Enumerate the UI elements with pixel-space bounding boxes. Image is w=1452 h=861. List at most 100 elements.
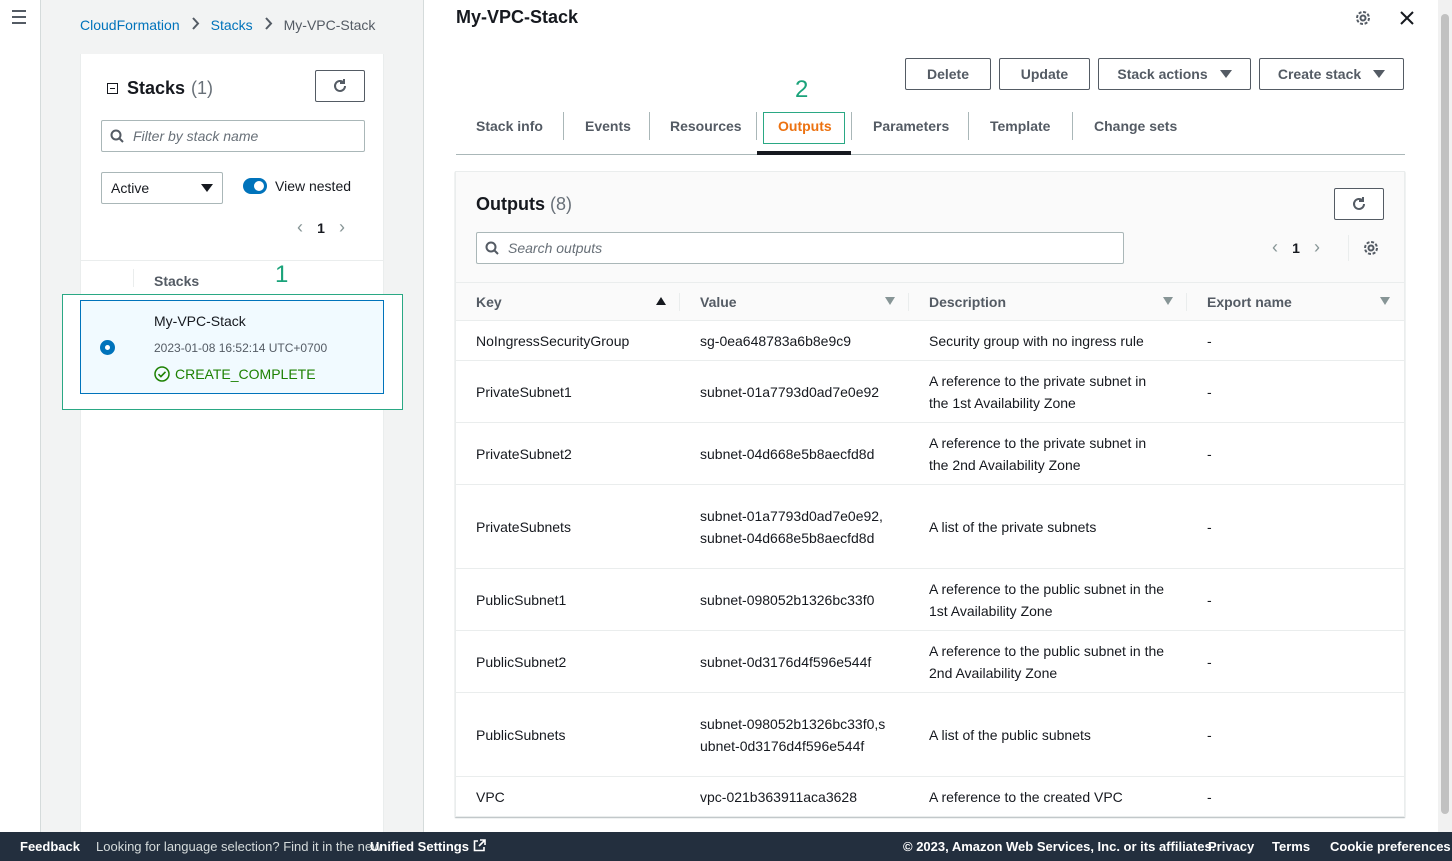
stack-list-item[interactable]: My-VPC-Stack 2023-01-08 16:52:14 UTC+070… bbox=[80, 300, 384, 394]
table-preferences-gear-icon[interactable] bbox=[1362, 239, 1380, 257]
output-export-name: - bbox=[1187, 484, 1404, 569]
output-description: A reference to the private subnet in the… bbox=[909, 360, 1187, 423]
column-header-label: Export name bbox=[1207, 293, 1292, 310]
output-key: PrivateSubnets bbox=[456, 484, 680, 569]
outputs-pagination: ‹ 1 › bbox=[1262, 237, 1330, 258]
outputs-search-placeholder: Search outputs bbox=[508, 240, 603, 256]
tab-template[interactable]: Template bbox=[990, 118, 1050, 134]
output-export-name: - bbox=[1187, 360, 1404, 423]
stack-filter-input[interactable]: Filter by stack name bbox=[101, 120, 365, 152]
update-button[interactable]: Update bbox=[999, 58, 1090, 90]
caret-down-icon bbox=[1373, 70, 1386, 78]
external-link-icon bbox=[473, 839, 486, 852]
stack-tabs: Stack info Events Resources Outputs Para… bbox=[456, 108, 1405, 155]
cookie-preferences-link[interactable]: Cookie preferences bbox=[1330, 839, 1451, 854]
sort-icon bbox=[1380, 297, 1390, 305]
column-header-label: Description bbox=[929, 293, 1007, 310]
chevron-right-icon bbox=[264, 17, 273, 33]
output-key: PublicSubnet1 bbox=[456, 568, 680, 631]
output-export-name: - bbox=[1187, 630, 1404, 693]
table-row: PublicSubnet1 subnet-098052b1326bc33f0 A… bbox=[456, 568, 1404, 631]
output-value: sg-0ea648783a6b8e9c9 bbox=[680, 320, 909, 361]
stack-radio-button[interactable] bbox=[100, 340, 115, 355]
privacy-link[interactable]: Privacy bbox=[1208, 839, 1254, 854]
chevron-right-icon[interactable]: › bbox=[329, 217, 355, 238]
stack-status-text: CREATE_COMPLETE bbox=[175, 366, 316, 382]
output-description: A list of the private subnets bbox=[909, 484, 1187, 569]
terms-link[interactable]: Terms bbox=[1272, 839, 1310, 854]
tab-events[interactable]: Events bbox=[585, 118, 631, 134]
status-filter-select[interactable]: Active bbox=[101, 172, 223, 204]
output-value: subnet-01a7793d0ad7e0e92,subnet-04d668e5… bbox=[680, 484, 909, 569]
scrollbar-thumb[interactable] bbox=[1441, 14, 1449, 814]
output-value: subnet-0d3176d4f596e544f bbox=[680, 630, 909, 693]
page-title: My-VPC-Stack bbox=[456, 7, 579, 27]
output-key: PublicSubnet2 bbox=[456, 630, 680, 693]
breadcrumb-cloudformation[interactable]: CloudFormation bbox=[80, 17, 180, 33]
outputs-title: Outputs (8) bbox=[476, 194, 572, 215]
status-filter-value: Active bbox=[111, 180, 150, 196]
outputs-search-input[interactable]: Search outputs bbox=[476, 232, 1124, 264]
output-description: A reference to the public subnet in the … bbox=[909, 568, 1187, 631]
settings-gear-icon[interactable] bbox=[1354, 9, 1372, 27]
output-description: A list of the public subnets bbox=[909, 692, 1187, 777]
chevron-right-icon[interactable]: › bbox=[1304, 237, 1330, 258]
output-key: PrivateSubnet2 bbox=[456, 422, 680, 485]
chevron-left-icon[interactable]: ‹ bbox=[287, 217, 313, 238]
output-key: PrivateSubnet1 bbox=[456, 360, 680, 423]
breadcrumb: CloudFormation Stacks My-VPC-Stack bbox=[80, 17, 375, 33]
hamburger-menu-icon[interactable] bbox=[12, 10, 26, 28]
output-description: A reference to the created VPC bbox=[929, 788, 1123, 805]
output-export-name: - bbox=[1187, 568, 1404, 631]
unified-settings-link[interactable]: Unified Settings bbox=[370, 839, 486, 854]
table-row: PrivateSubnet1 subnet-01a7793d0ad7e0e92 … bbox=[456, 360, 1404, 423]
output-key: VPC bbox=[476, 788, 505, 805]
page-scrollbar[interactable] bbox=[1438, 0, 1452, 832]
sort-icon bbox=[885, 297, 895, 305]
stacks-refresh-button[interactable] bbox=[315, 70, 365, 102]
stacks-column-header: Stacks bbox=[81, 260, 383, 294]
stacks-split-pane: CloudFormation Stacks My-VPC-Stack Stack… bbox=[41, 0, 424, 832]
tab-stack-info[interactable]: Stack info bbox=[476, 118, 543, 134]
column-header-value[interactable]: Value bbox=[680, 282, 909, 321]
column-header-description[interactable]: Description bbox=[909, 282, 1187, 321]
output-export-name: - bbox=[1207, 788, 1212, 805]
feedback-link[interactable]: Feedback bbox=[20, 839, 80, 854]
column-header-key[interactable]: Key bbox=[456, 282, 680, 321]
stacks-count: (1) bbox=[191, 78, 214, 98]
collapse-icon[interactable] bbox=[107, 83, 118, 94]
stack-actions-button[interactable]: Stack actions bbox=[1098, 58, 1251, 90]
delete-button[interactable]: Delete bbox=[905, 58, 991, 90]
side-navigation-strip bbox=[0, 0, 41, 832]
column-header-label: Key bbox=[476, 293, 502, 310]
column-divider bbox=[133, 269, 134, 287]
close-icon[interactable] bbox=[1398, 9, 1416, 27]
table-row: VPC vpc-021b363911aca3628 A reference to… bbox=[456, 777, 1404, 817]
output-value: subnet-04d668e5b8aecfd8d bbox=[680, 422, 909, 485]
tab-resources[interactable]: Resources bbox=[670, 118, 742, 134]
outputs-table: Key Value Description Export name NoIngr… bbox=[456, 282, 1404, 817]
breadcrumb-stacks[interactable]: Stacks bbox=[211, 17, 253, 33]
console-footer: Feedback Looking for language selection?… bbox=[0, 832, 1452, 861]
output-value: vpc-021b363911aca3628 bbox=[700, 788, 857, 805]
sort-ascending-icon bbox=[656, 297, 666, 305]
create-stack-button[interactable]: Create stack bbox=[1259, 58, 1404, 90]
refresh-icon bbox=[1353, 197, 1365, 210]
output-key: NoIngressSecurityGroup bbox=[456, 320, 680, 361]
pagination-divider bbox=[1348, 235, 1349, 261]
chevron-left-icon[interactable]: ‹ bbox=[1262, 237, 1288, 258]
output-description: A reference to the private subnet in the… bbox=[909, 422, 1187, 485]
tab-change-sets[interactable]: Change sets bbox=[1094, 118, 1177, 134]
outputs-refresh-button[interactable] bbox=[1334, 188, 1384, 220]
stacks-pagination: ‹ 1 › bbox=[287, 217, 355, 238]
stacks-page-number[interactable]: 1 bbox=[313, 220, 329, 236]
tab-parameters[interactable]: Parameters bbox=[873, 118, 949, 134]
caret-down-icon bbox=[1219, 70, 1232, 78]
tab-outputs[interactable]: Outputs bbox=[778, 118, 832, 134]
column-header-export-name[interactable]: Export name bbox=[1187, 282, 1404, 321]
outputs-page-number[interactable]: 1 bbox=[1288, 240, 1304, 256]
view-nested-toggle[interactable] bbox=[243, 178, 267, 194]
table-row: PublicSubnet2 subnet-0d3176d4f596e544f A… bbox=[456, 630, 1404, 693]
output-value: subnet-01a7793d0ad7e0e92 bbox=[680, 360, 909, 423]
annotation-number: 1 bbox=[275, 261, 289, 288]
